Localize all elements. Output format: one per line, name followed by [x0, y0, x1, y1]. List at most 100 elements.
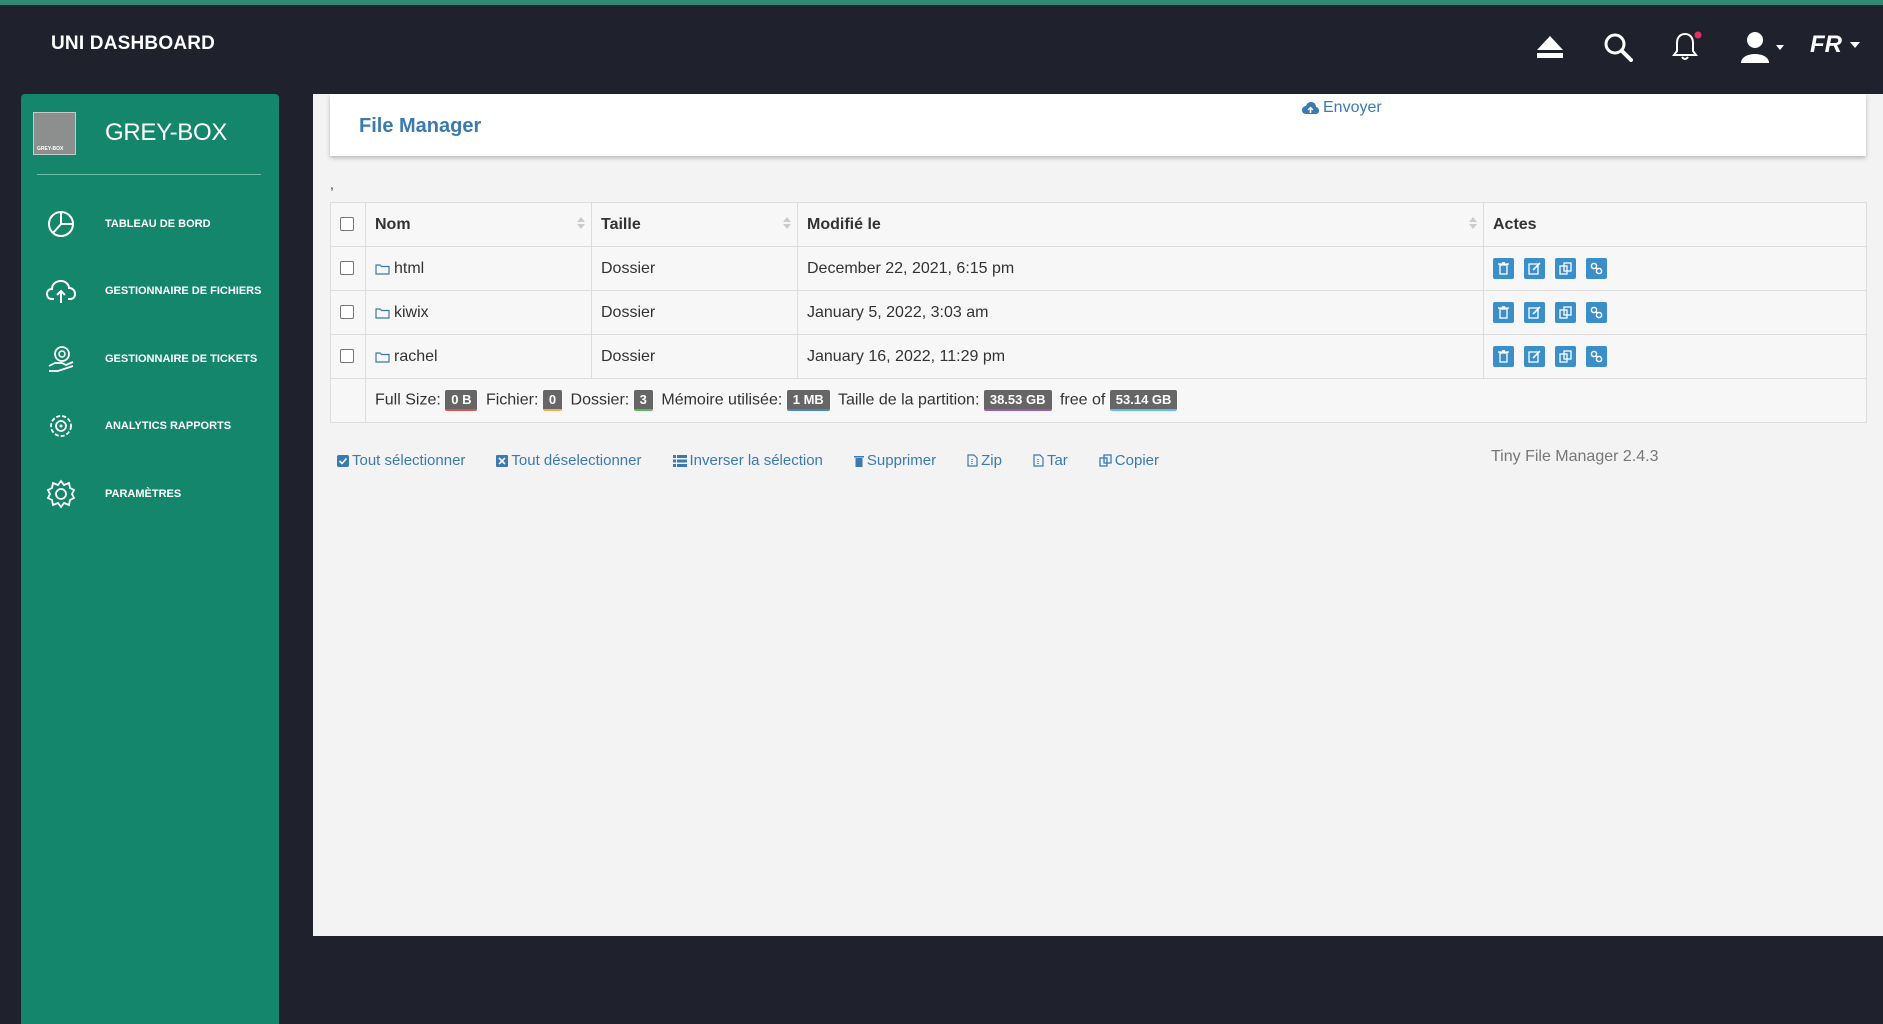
- row-modified: December 22, 2021, 6:15 pm: [797, 246, 1484, 291]
- files-count-badge: 0: [542, 390, 563, 411]
- folder-link[interactable]: kiwix: [375, 304, 582, 322]
- sort-icon: [577, 217, 585, 229]
- sidebar-item-label: GESTIONNAIRE DE TICKETS: [105, 353, 258, 365]
- chevron-down-icon: [1850, 42, 1860, 48]
- dashboard-icon: [45, 208, 77, 240]
- notification-bell-icon[interactable]: [1664, 27, 1708, 67]
- sort-icon: [783, 217, 791, 229]
- memory-label: Mémoire utilisée:: [661, 391, 783, 409]
- version-label: Tiny File Manager 2.4.3: [1491, 448, 1659, 465]
- file-manager-header: File Manager Envoyer: [330, 94, 1866, 156]
- partition-size-badge: 38.53 GB: [983, 390, 1052, 411]
- sidebar-item-tableau-de-bord[interactable]: TABLEAU DE BORD: [21, 202, 279, 246]
- archive-file-icon: [967, 454, 978, 467]
- archive-file-icon: [1033, 454, 1044, 467]
- folder-icon: [375, 307, 390, 319]
- row-checkbox[interactable]: [340, 261, 354, 276]
- invert-selection-button[interactable]: Inverser la sélection: [672, 452, 823, 469]
- row-size: Dossier: [591, 290, 798, 335]
- checkbox-checked-icon: [337, 454, 349, 467]
- folder-link[interactable]: rachel: [375, 348, 582, 366]
- file-table: Nom Taille Modifié le Actes html Dossier…: [330, 202, 1867, 423]
- tar-button[interactable]: Tar: [1033, 452, 1068, 469]
- table-row: rachel Dossier January 16, 2022, 11:29 p…: [330, 334, 1867, 379]
- eject-icon[interactable]: [1528, 27, 1572, 67]
- delete-icon[interactable]: [1493, 258, 1514, 279]
- settings-icon: [45, 478, 77, 510]
- cloud-upload-icon: [45, 275, 77, 307]
- page-title[interactable]: File Manager: [359, 115, 481, 138]
- table-row: html Dossier December 22, 2021, 6:15 pm: [330, 246, 1867, 291]
- ticket-icon: [45, 343, 77, 375]
- table-row: kiwix Dossier January 5, 2022, 3:03 am: [330, 290, 1867, 335]
- brand-logo[interactable]: GREY-BOX: [33, 112, 76, 155]
- column-header-actions: Actes: [1483, 202, 1867, 247]
- sidebar: GREY-BOX GREY-BOX TABLEAU DE BORD GESTIO…: [21, 94, 279, 1024]
- language-selector[interactable]: FR: [1810, 31, 1860, 59]
- user-menu-icon[interactable]: [1738, 27, 1788, 67]
- delete-icon[interactable]: [1493, 346, 1514, 367]
- copy-icon[interactable]: [1555, 346, 1576, 367]
- rename-icon[interactable]: [1524, 258, 1545, 279]
- sidebar-divider: [37, 174, 261, 175]
- link-icon[interactable]: [1586, 258, 1607, 279]
- path-marker: ,: [330, 176, 334, 192]
- full-size-label: Full Size:: [375, 391, 441, 409]
- copy-selected-button[interactable]: Copier: [1099, 452, 1159, 469]
- delete-selected-button[interactable]: Supprimer: [853, 452, 936, 469]
- bulk-actions-bar: Tout sélectionner Tout déselectionner In…: [337, 452, 1190, 469]
- memory-badge: 1 MB: [786, 390, 830, 411]
- partition-label: Taille de la partition:: [837, 391, 980, 409]
- folder-icon: [375, 263, 390, 275]
- select-all-checkbox[interactable]: [340, 217, 354, 232]
- column-header-modified[interactable]: Modifié le: [797, 202, 1484, 247]
- sort-icon: [1469, 217, 1477, 229]
- sidebar-item-label: TABLEAU DE BORD: [105, 218, 211, 230]
- row-size: Dossier: [591, 334, 798, 379]
- rename-icon[interactable]: [1524, 302, 1545, 323]
- folder-icon: [375, 351, 390, 363]
- row-checkbox[interactable]: [340, 305, 354, 320]
- table-header-row: Nom Taille Modifié le Actes: [330, 202, 1867, 247]
- free-of-label: free of: [1059, 391, 1106, 409]
- column-header-size[interactable]: Taille: [591, 202, 798, 247]
- search-icon[interactable]: [1596, 27, 1640, 67]
- copy-icon[interactable]: [1555, 258, 1576, 279]
- sidebar-title: GREY-BOX: [105, 119, 228, 146]
- folders-label: Dossier:: [570, 391, 630, 409]
- rename-icon[interactable]: [1524, 346, 1545, 367]
- sidebar-item-analytics-rapports[interactable]: ANALYTICS RAPPORTS: [21, 404, 279, 448]
- sidebar-item-parametres[interactable]: PARAMÈTRES: [21, 472, 279, 516]
- row-modified: January 16, 2022, 11:29 pm: [797, 334, 1484, 379]
- full-size-badge: 0 B: [445, 390, 478, 411]
- upload-label: Envoyer: [1323, 99, 1382, 116]
- trash-icon: [853, 455, 864, 467]
- sidebar-item-label: GESTIONNAIRE DE FICHIERS: [105, 285, 262, 297]
- upload-button[interactable]: Envoyer: [1302, 99, 1382, 117]
- main-content: File Manager Envoyer , Nom Taille Modifi…: [313, 94, 1883, 936]
- copy-icon: [1099, 454, 1112, 467]
- folder-link[interactable]: html: [375, 260, 582, 278]
- copy-icon[interactable]: [1555, 302, 1576, 323]
- select-all-button[interactable]: Tout sélectionner: [337, 452, 465, 469]
- delete-icon[interactable]: [1493, 302, 1514, 323]
- checkbox-x-icon: [496, 454, 509, 467]
- list-icon: [672, 454, 687, 467]
- zip-button[interactable]: Zip: [967, 452, 1002, 469]
- partition-total-badge: 53.14 GB: [1109, 390, 1178, 411]
- unselect-all-button[interactable]: Tout déselectionner: [496, 452, 642, 469]
- language-label: FR: [1810, 31, 1842, 58]
- summary-row: Full Size: 0 B Fichier: 0 Dossier: 3 Mém…: [330, 378, 1867, 423]
- analytics-gear-icon: [45, 410, 77, 442]
- cloud-upload-icon: [1302, 101, 1319, 114]
- link-icon[interactable]: [1586, 302, 1607, 323]
- link-icon[interactable]: [1586, 346, 1607, 367]
- row-checkbox[interactable]: [340, 349, 354, 364]
- row-size: Dossier: [591, 246, 798, 291]
- column-header-name[interactable]: Nom: [365, 202, 592, 247]
- sidebar-item-gestionnaire-de-fichiers[interactable]: GESTIONNAIRE DE FICHIERS: [21, 269, 279, 313]
- row-modified: January 5, 2022, 3:03 am: [797, 290, 1484, 335]
- brand-title[interactable]: UNI DASHBOARD: [51, 33, 215, 55]
- sidebar-item-gestionnaire-de-tickets[interactable]: GESTIONNAIRE DE TICKETS: [21, 337, 279, 381]
- select-all-header[interactable]: [330, 202, 366, 247]
